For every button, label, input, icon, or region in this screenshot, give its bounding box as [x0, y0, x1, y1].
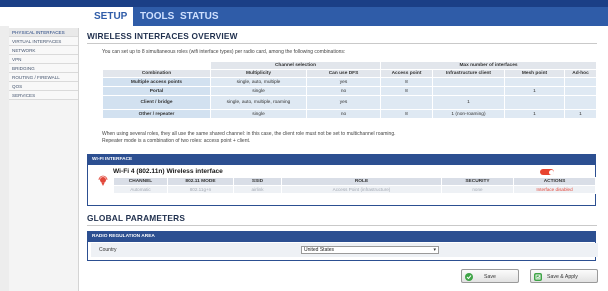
title-divider	[87, 43, 597, 44]
roles-table-blank-header	[102, 61, 211, 70]
access-point-cell	[380, 95, 433, 110]
max-interfaces-header: Max number of interfaces	[380, 61, 597, 70]
save-apply-button[interactable]: Save & Apply	[530, 269, 598, 283]
top-nav: SETUP TOOLS STATUS	[88, 7, 608, 26]
interface-enable-toggle[interactable]	[540, 169, 554, 175]
wifi-radio-icon	[97, 175, 109, 187]
column-header: SECURITY	[441, 177, 514, 186]
infrastructure-client-cell: 1 (non-roaming)	[432, 109, 505, 119]
ad-hoc-cell	[564, 95, 597, 110]
mesh-point-cell	[504, 95, 565, 110]
apply-icon	[534, 273, 542, 281]
dfs-cell: yes	[306, 77, 381, 87]
sidebar-item-network[interactable]: NETWORK	[9, 46, 78, 55]
country-label: Country	[99, 247, 117, 253]
wifi-interface-panel: WI-FI INTERFACE Wi-Fi 4 (802.11n) Wirele…	[87, 154, 596, 206]
combination-cell: Other / repeater	[102, 109, 211, 119]
actions-cell[interactable]: Interface disabled	[513, 185, 596, 194]
save-apply-button-label: Save & Apply	[547, 274, 578, 280]
column-header: Infrastructure client	[432, 69, 505, 78]
global-divider	[87, 225, 597, 226]
country-select[interactable]: United States ▾	[301, 246, 439, 254]
column-header: SSID	[233, 177, 282, 186]
dfs-cell: no	[306, 86, 381, 96]
check-icon	[465, 273, 473, 281]
column-header: ACTIONS	[513, 177, 596, 186]
save-button[interactable]: Save	[461, 269, 519, 283]
channel-cell: Automatic	[113, 185, 168, 194]
combination-cell: Client / bridge	[102, 95, 211, 110]
column-header: Can use DFS	[306, 69, 381, 78]
infrastructure-client-cell: 1	[432, 95, 505, 110]
ad-hoc-cell	[564, 77, 597, 87]
sidebar-item-vpn[interactable]: VPN	[9, 55, 78, 64]
column-header: Multiplicity	[210, 69, 307, 78]
column-header: CHANNEL	[113, 177, 168, 186]
toggle-knob	[548, 169, 554, 175]
wifi-interface-title: Wi-Fi 4 (802.11n) Wireless interface	[113, 168, 223, 175]
top-banner	[0, 0, 608, 7]
access-point-cell: 8	[380, 109, 433, 119]
shared-channel-note: When using several roles, they all use t…	[102, 131, 396, 137]
main-content: WIRELESS INTERFACES OVERVIEW You can set…	[84, 28, 604, 291]
save-button-label: Save	[484, 274, 496, 280]
table-row: Multiple access points single, auto, mul…	[102, 77, 597, 87]
multiplicity-cell: single	[210, 86, 307, 96]
table-row: Portal single no 8 1	[102, 86, 597, 96]
table-row: Other / repeater single no 8 1 (non-roam…	[102, 109, 597, 119]
wireless-overview-title: WIRELESS INTERFACES OVERVIEW	[87, 31, 238, 41]
roles-table: Channel selection Max number of interfac…	[102, 61, 597, 119]
infrastructure-client-cell	[432, 77, 505, 87]
mode-cell: 802.11g+n	[167, 185, 234, 194]
repeater-note: Repeater mode is a combination of two ro…	[102, 138, 251, 144]
radio-regulation-header: RADIO REGULATION AREA	[88, 232, 595, 242]
infrastructure-client-cell	[432, 86, 505, 96]
top-left-blank	[0, 7, 88, 26]
radio-regulation-panel: RADIO REGULATION AREA Country United Sta…	[87, 231, 598, 261]
column-header: Access point	[380, 69, 433, 78]
multiplicity-cell: single, auto, multiple	[210, 77, 307, 87]
ad-hoc-cell: 1	[564, 109, 597, 119]
security-cell: none	[441, 185, 514, 194]
wireless-intro-text: You can set up to 8 simultaneous roles (…	[102, 49, 346, 55]
column-header: Mesh point	[504, 69, 565, 78]
access-point-cell: 8	[380, 77, 433, 87]
sidebar-item-services[interactable]: SERVICES	[9, 91, 78, 100]
multiplicity-cell: single	[210, 109, 307, 119]
mesh-point-cell: 1	[504, 109, 565, 119]
table-row[interactable]: Automatic 802.11g+n airlink Access Point…	[113, 185, 596, 194]
left-gutter	[0, 26, 9, 291]
chevron-down-icon: ▾	[433, 247, 436, 253]
sidebar: PHYSICAL INTERFACES VIRTUAL INTERFACES N…	[9, 28, 79, 291]
column-header: ROLE	[281, 177, 442, 186]
combination-cell: Multiple access points	[102, 77, 211, 87]
sidebar-item-bridging[interactable]: BRIDGING	[9, 64, 78, 73]
tab-status[interactable]: STATUS	[174, 7, 225, 26]
tab-setup[interactable]: SETUP	[88, 7, 134, 26]
channel-selection-header: Channel selection	[210, 61, 381, 70]
wifi-interface-header: WI-FI INTERFACE	[88, 155, 595, 165]
country-row: Country United States ▾	[91, 243, 598, 257]
mesh-point-cell: 1	[504, 86, 565, 96]
global-parameters-title: GLOBAL PARAMETERS	[87, 213, 186, 223]
country-select-value: United States	[304, 247, 335, 253]
column-header: Ad-hoc	[564, 69, 597, 78]
dfs-cell: yes	[306, 95, 381, 110]
combination-cell: Portal	[102, 86, 211, 96]
access-point-cell: 8	[380, 86, 433, 96]
column-header: 802.11 MODE	[167, 177, 234, 186]
table-row: Client / bridge single, auto, multiple, …	[102, 95, 597, 110]
sidebar-item-virtual-interfaces[interactable]: VIRTUAL INTERFACES	[9, 37, 78, 46]
column-header: Combination	[102, 69, 211, 78]
ad-hoc-cell	[564, 86, 597, 96]
wifi-interface-table: CHANNEL 802.11 MODE SSID ROLE SECURITY A…	[113, 177, 596, 194]
multiplicity-cell: single, auto, multiple, roaming	[210, 95, 307, 110]
sidebar-item-physical-interfaces[interactable]: PHYSICAL INTERFACES	[9, 28, 78, 37]
role-cell: Access Point (infrastructure)	[281, 185, 442, 194]
sidebar-item-routing-firewall[interactable]: ROUTING / FIREWALL	[9, 73, 78, 82]
ssid-cell: airlink	[233, 185, 282, 194]
sidebar-item-qos[interactable]: QOS	[9, 82, 78, 91]
dfs-cell: no	[306, 109, 381, 119]
mesh-point-cell	[504, 77, 565, 87]
